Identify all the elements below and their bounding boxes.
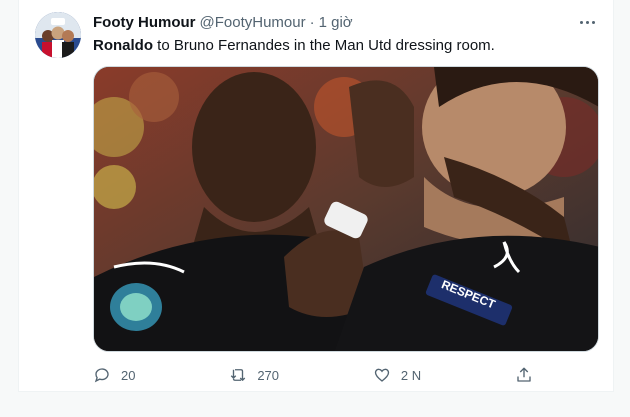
user-handle[interactable]: @FootyHumour [200, 14, 306, 31]
like-button[interactable]: 2 N [373, 366, 421, 384]
reply-count: 20 [121, 367, 136, 383]
share-button[interactable] [515, 366, 533, 384]
tweet-text-bold: Ronaldo [93, 37, 153, 54]
reply-button[interactable]: 20 [93, 366, 135, 384]
like-count: 2 N [400, 367, 422, 383]
display-name[interactable]: Footy Humour [93, 14, 196, 31]
tweet-header: Footy Humour @FootyHumour · 1 giờ [93, 12, 597, 32]
avatar[interactable] [35, 12, 81, 58]
tweet-card[interactable]: Footy Humour @FootyHumour · 1 giờ Ronald… [18, 0, 614, 392]
retweet-icon [231, 369, 246, 381]
retweet-count: 270 [257, 367, 280, 383]
share-icon [517, 367, 531, 382]
tweet-actions: 20 270 2 N [93, 364, 533, 386]
heart-icon [374, 368, 390, 382]
reply-icon [94, 368, 109, 383]
timestamp[interactable]: 1 giờ [319, 14, 353, 31]
tweet-image[interactable]: RESPECT [93, 66, 599, 352]
more-options-icon[interactable] [575, 12, 599, 32]
tweet-text-body: to Bruno Fernandes in the Man Utd dressi… [153, 37, 495, 54]
separator-dot: · [309, 13, 315, 31]
retweet-button[interactable]: 270 [229, 366, 279, 384]
tweet-text: Ronaldo to Bruno Fernandes in the Man Ut… [93, 36, 597, 56]
